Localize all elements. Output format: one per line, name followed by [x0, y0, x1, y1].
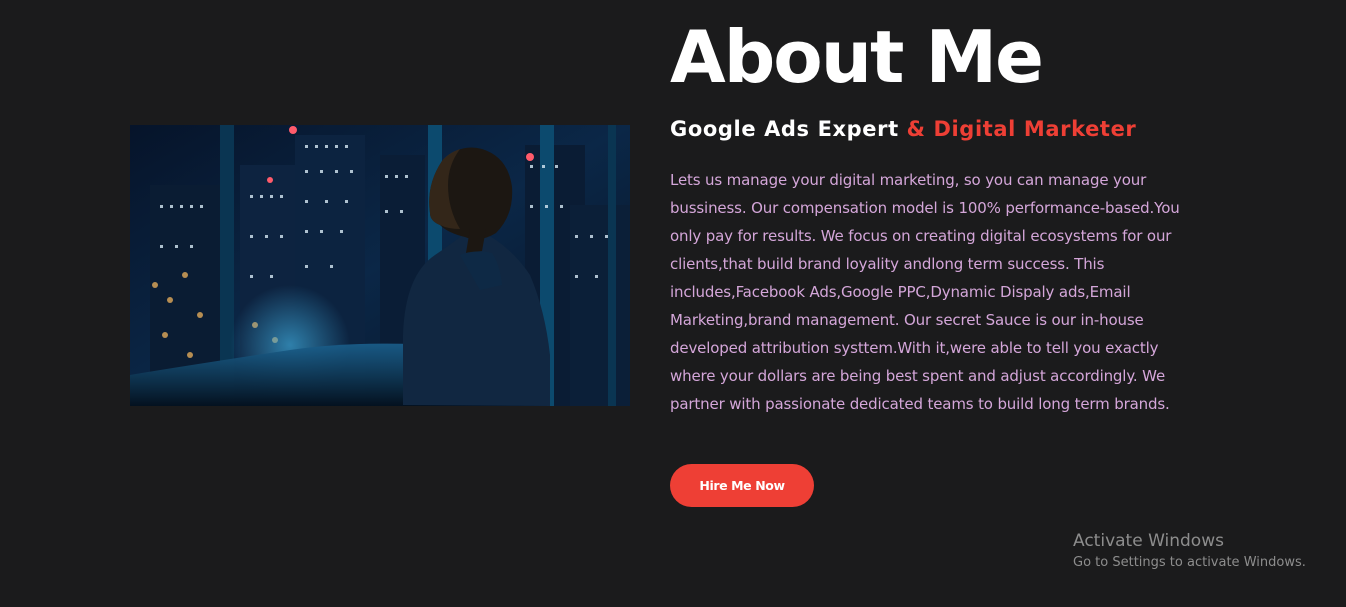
description-line: clients,that build brand loyality andlon… [670, 255, 1105, 273]
about-description: Lets us manage your digital marketing, s… [670, 166, 1230, 418]
subtitle-accent: & Digital Marketer [906, 117, 1137, 141]
about-subtitle: Google Ads Expert & Digital Marketer [670, 115, 1136, 143]
hire-me-button[interactable]: Hire Me Now [670, 464, 814, 507]
subtitle-main: Google Ads Expert [670, 117, 899, 141]
about-photo [130, 125, 630, 406]
description-line: bussiness. Our compensation model is 100… [670, 199, 1180, 217]
description-line: where your dollars are being best spent … [670, 367, 1166, 385]
description-line: partner with passionate dedicated teams … [670, 395, 1170, 413]
description-line: includes,Facebook Ads,Google PPC,Dynamic… [670, 283, 1131, 301]
description-line: Marketing,brand management. Our secret S… [670, 311, 1144, 329]
watermark-title: Activate Windows [1073, 531, 1224, 551]
description-line: developed attribution systtem.With it,we… [670, 339, 1159, 357]
description-line: only pay for results. We focus on creati… [670, 227, 1172, 245]
watermark-subtitle: Go to Settings to activate Windows. [1073, 555, 1306, 570]
activate-windows-watermark: Activate Windows Go to Settings to activ… [1073, 529, 1306, 573]
about-title: About Me [670, 15, 1044, 99]
description-line: Lets us manage your digital marketing, s… [670, 171, 1147, 189]
